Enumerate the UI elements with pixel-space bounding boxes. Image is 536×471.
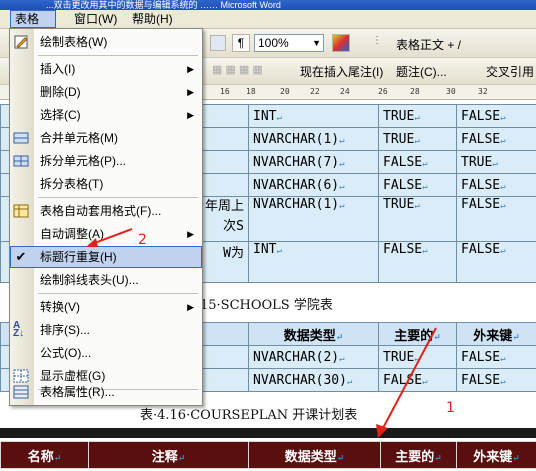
annotation-arrow-1 <box>376 327 437 438</box>
annotation-overlay <box>86 228 437 438</box>
annotation-arrow-2 <box>86 228 133 247</box>
annotation-label-1: 1 <box>446 400 455 416</box>
annotation-label-2: 2 <box>138 232 147 248</box>
